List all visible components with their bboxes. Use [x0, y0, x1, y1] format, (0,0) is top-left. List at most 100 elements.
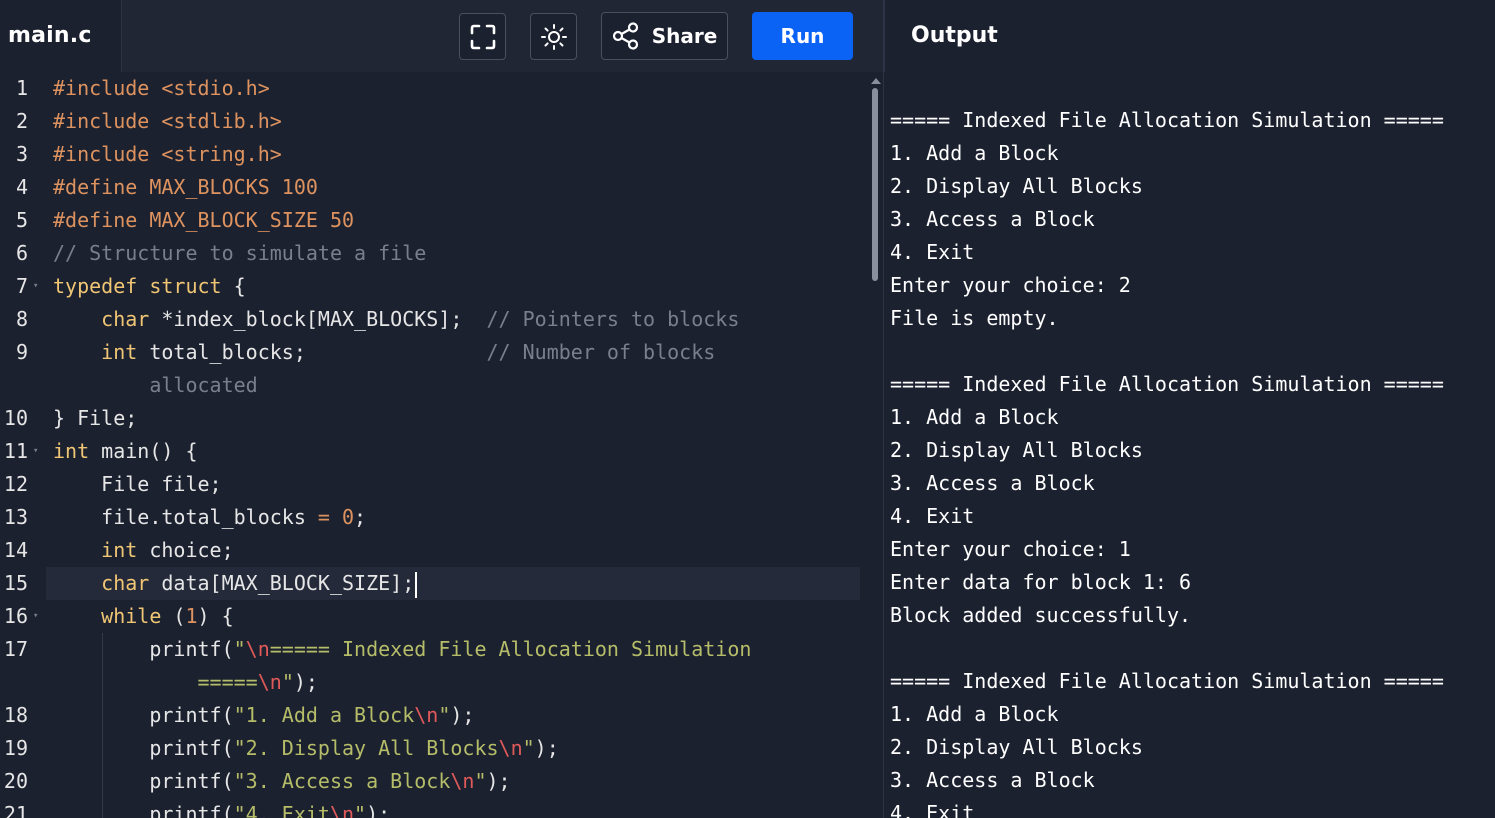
output-line: 3. Access a Block: [890, 471, 1095, 495]
fullscreen-button[interactable]: [459, 13, 506, 60]
fold-arrow-icon[interactable]: ▾: [33, 435, 43, 468]
output-title: Output: [911, 23, 998, 48]
line-number: 11: [3, 439, 28, 463]
code-text: =====\n");: [53, 666, 318, 699]
scroll-up-arrow-icon[interactable]: [871, 78, 881, 84]
code-token: #include: [53, 76, 162, 100]
code-line[interactable]: 20 printf("3. Access a Block\n");: [0, 765, 870, 798]
code-lines: 1 #include <stdio.h> 2 #include <stdlib.h> 3…: [0, 72, 870, 818]
code-line[interactable]: 4 #define MAX_BLOCKS 100: [0, 171, 870, 204]
code-token: <stdlib.h>: [161, 109, 282, 133]
share-button[interactable]: Share: [601, 12, 728, 60]
code-token: );: [450, 703, 475, 727]
code-token: // Pointers to blocks: [486, 307, 740, 331]
scrollbar-thumb[interactable]: [872, 88, 878, 281]
output-line: 1. Add a Block: [890, 141, 1059, 165]
line-number: 9: [15, 340, 28, 364]
code-line[interactable]: 7 ▾ typedef struct {: [0, 270, 870, 303]
code-text: #include <string.h>: [53, 138, 282, 171]
code-line[interactable]: 15 char data[MAX_BLOCK_SIZE];: [0, 567, 870, 600]
code-line[interactable]: 5 #define MAX_BLOCK_SIZE 50: [0, 204, 870, 237]
output-line: Enter your choice: 2: [890, 273, 1131, 297]
code-line[interactable]: 21 printf("4. Exit\n");: [0, 798, 870, 818]
code-line[interactable]: 14 int choice;: [0, 534, 870, 567]
code-line[interactable]: 6 // Structure to simulate a file: [0, 237, 870, 270]
code-line[interactable]: 18 printf("1. Add a Block\n");: [0, 699, 870, 732]
code-line[interactable]: 11 ▾ int main() {: [0, 435, 870, 468]
code-line[interactable]: 9 int total_blocks; // Number of blocks: [0, 336, 870, 369]
code-token: File file;: [53, 472, 222, 496]
code-token: 1: [185, 604, 198, 628]
code-line[interactable]: 3 #include <string.h>: [0, 138, 870, 171]
code-line[interactable]: 17 printf("\n===== Indexed File Allocati…: [0, 633, 870, 666]
code-text: int main() {: [53, 435, 198, 468]
text-cursor: [415, 571, 418, 598]
code-text: int total_blocks; // Number of blocks: [53, 336, 715, 369]
code-token: MAX_BLOCK_SIZE 50: [149, 208, 355, 232]
output-line: File is empty.: [890, 306, 1059, 330]
output-lines: ===== Indexed File Allocation Simulation…: [890, 104, 1444, 818]
fold-arrow-icon[interactable]: ▾: [33, 600, 43, 633]
code-line[interactable]: 16 ▾ while (1) {: [0, 600, 870, 633]
output-line: ===== Indexed File Allocation Simulation…: [890, 669, 1444, 693]
code-line[interactable]: allocated: [0, 369, 870, 402]
code-line[interactable]: 13 file.total_blocks = 0;: [0, 501, 870, 534]
code-token: \n: [414, 703, 439, 727]
code-text: File file;: [53, 468, 222, 501]
code-token: \n: [450, 769, 475, 793]
output-line: 3. Access a Block: [890, 768, 1095, 792]
code-text: allocated: [53, 369, 257, 402]
sun-icon: [540, 23, 567, 50]
code-text: printf("4. Exit\n");: [53, 798, 390, 818]
code-line[interactable]: 8 char *index_block[MAX_BLOCKS]; // Poin…: [0, 303, 870, 336]
output-line: ===== Indexed File Allocation Simulation…: [890, 108, 1444, 132]
code-text: } File;: [53, 402, 137, 435]
code-token: "4. Exit: [233, 802, 330, 818]
code-line[interactable]: 19 printf("2. Display All Blocks\n");: [0, 732, 870, 765]
code-line[interactable]: 12 File file;: [0, 468, 870, 501]
code-token: // Number of blocks: [486, 340, 716, 364]
code-line[interactable]: 1 #include <stdio.h>: [0, 72, 870, 105]
file-tab[interactable]: main.c: [0, 0, 122, 72]
code-editor[interactable]: 1 #include <stdio.h> 2 #include <stdlib.h> 3…: [0, 72, 883, 818]
code-token: <string.h>: [161, 142, 282, 166]
code-token: =====: [197, 670, 258, 694]
code-text: printf("\n===== Indexed File Allocation …: [53, 633, 751, 666]
editor-scrollbar[interactable]: [870, 76, 881, 818]
code-token: #define: [53, 208, 150, 232]
fold-arrow-icon[interactable]: ▾: [33, 270, 43, 303]
line-number: 17: [3, 637, 28, 661]
theme-toggle-button[interactable]: [530, 13, 577, 60]
code-token: \n: [245, 637, 270, 661]
code-line[interactable]: 2 #include <stdlib.h>: [0, 105, 870, 138]
output-line: 1. Add a Block: [890, 702, 1059, 726]
code-line[interactable]: =====\n");: [0, 666, 870, 699]
fullscreen-icon: [470, 24, 495, 49]
output-line: 4. Exit: [890, 801, 975, 818]
code-token: {: [221, 274, 246, 298]
code-token: file.total_blocks: [53, 505, 318, 529]
code-token: );: [293, 670, 318, 694]
code-token: ": [474, 769, 487, 793]
code-token: \n: [257, 670, 282, 694]
line-number: 12: [3, 472, 28, 496]
share-label: Share: [651, 24, 718, 48]
code-line[interactable]: 10} File;: [0, 402, 870, 435]
code-text: printf("2. Display All Blocks\n");: [53, 732, 558, 765]
code-text: #define MAX_BLOCK_SIZE 50: [53, 204, 354, 237]
code-text: #define MAX_BLOCKS 100: [53, 171, 318, 204]
run-button[interactable]: Run: [752, 12, 853, 60]
code-token: );: [366, 802, 391, 818]
line-number: 3: [15, 142, 28, 166]
code-token: "2. Display All Blocks: [233, 736, 499, 760]
code-token: #define: [53, 175, 150, 199]
code-token: <stdio.h>: [161, 76, 270, 100]
code-token: ===== Indexed File Allocation Simulation: [269, 637, 752, 661]
output-line: 4. Exit: [890, 504, 975, 528]
code-token: 0: [342, 505, 355, 529]
